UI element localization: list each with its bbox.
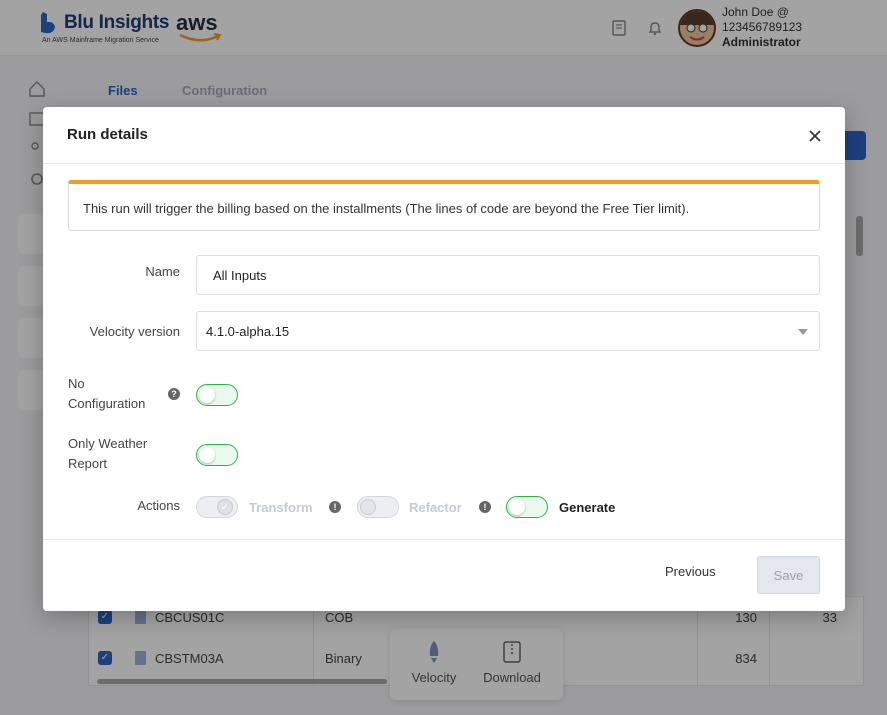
no-configuration-label-line1: No — [68, 376, 85, 391]
velocity-version-select[interactable]: 4.1.0-alpha.15 — [196, 311, 820, 351]
refactor-label: Refactor — [409, 500, 462, 515]
actions-label: Actions — [137, 498, 180, 513]
transform-label: Transform — [249, 500, 313, 515]
toggle-knob: ✓ — [217, 498, 233, 515]
chevron-down-icon — [798, 329, 808, 335]
weather-report-toggle[interactable] — [196, 444, 238, 466]
transform-toggle[interactable]: ✓ — [196, 496, 238, 518]
help-icon[interactable]: ? — [168, 388, 180, 400]
no-configuration-label: No Configuration — [68, 374, 145, 414]
modal-header: Run details — [43, 107, 845, 164]
weather-report-label-line2: Report — [68, 456, 108, 471]
help-icon[interactable]: ! — [479, 501, 491, 513]
save-button[interactable]: Save — [757, 556, 820, 594]
run-details-modal: Run details This run will trigger the bi… — [43, 107, 845, 611]
weather-report-label: Only Weather Report — [68, 434, 147, 474]
help-icon[interactable]: ! — [329, 501, 341, 513]
alert-message: This run will trigger the billing based … — [83, 201, 690, 216]
check-icon: ✓ — [221, 501, 229, 512]
velocity-version-value: 4.1.0-alpha.15 — [206, 324, 290, 339]
previous-button[interactable]: Previous — [665, 564, 716, 579]
no-configuration-toggle[interactable] — [196, 384, 238, 406]
toggle-knob — [360, 498, 376, 515]
toggle-knob — [509, 498, 525, 515]
velocity-version-label: Velocity version — [89, 324, 180, 339]
no-configuration-label-line2: Configuration — [68, 396, 146, 411]
modal-footer: Previous Save — [43, 539, 845, 611]
toggle-knob — [199, 386, 215, 403]
refactor-toggle[interactable] — [357, 496, 399, 518]
toggle-knob — [199, 446, 215, 463]
generate-toggle[interactable] — [506, 496, 548, 518]
billing-warning-alert: This run will trigger the billing based … — [68, 180, 820, 231]
modal-title: Run details — [67, 126, 148, 143]
close-icon[interactable] — [805, 126, 825, 146]
name-input[interactable] — [196, 255, 820, 295]
generate-label: Generate — [559, 500, 616, 515]
weather-report-label-line1: Only Weather — [68, 436, 148, 451]
name-label: Name — [145, 264, 180, 279]
